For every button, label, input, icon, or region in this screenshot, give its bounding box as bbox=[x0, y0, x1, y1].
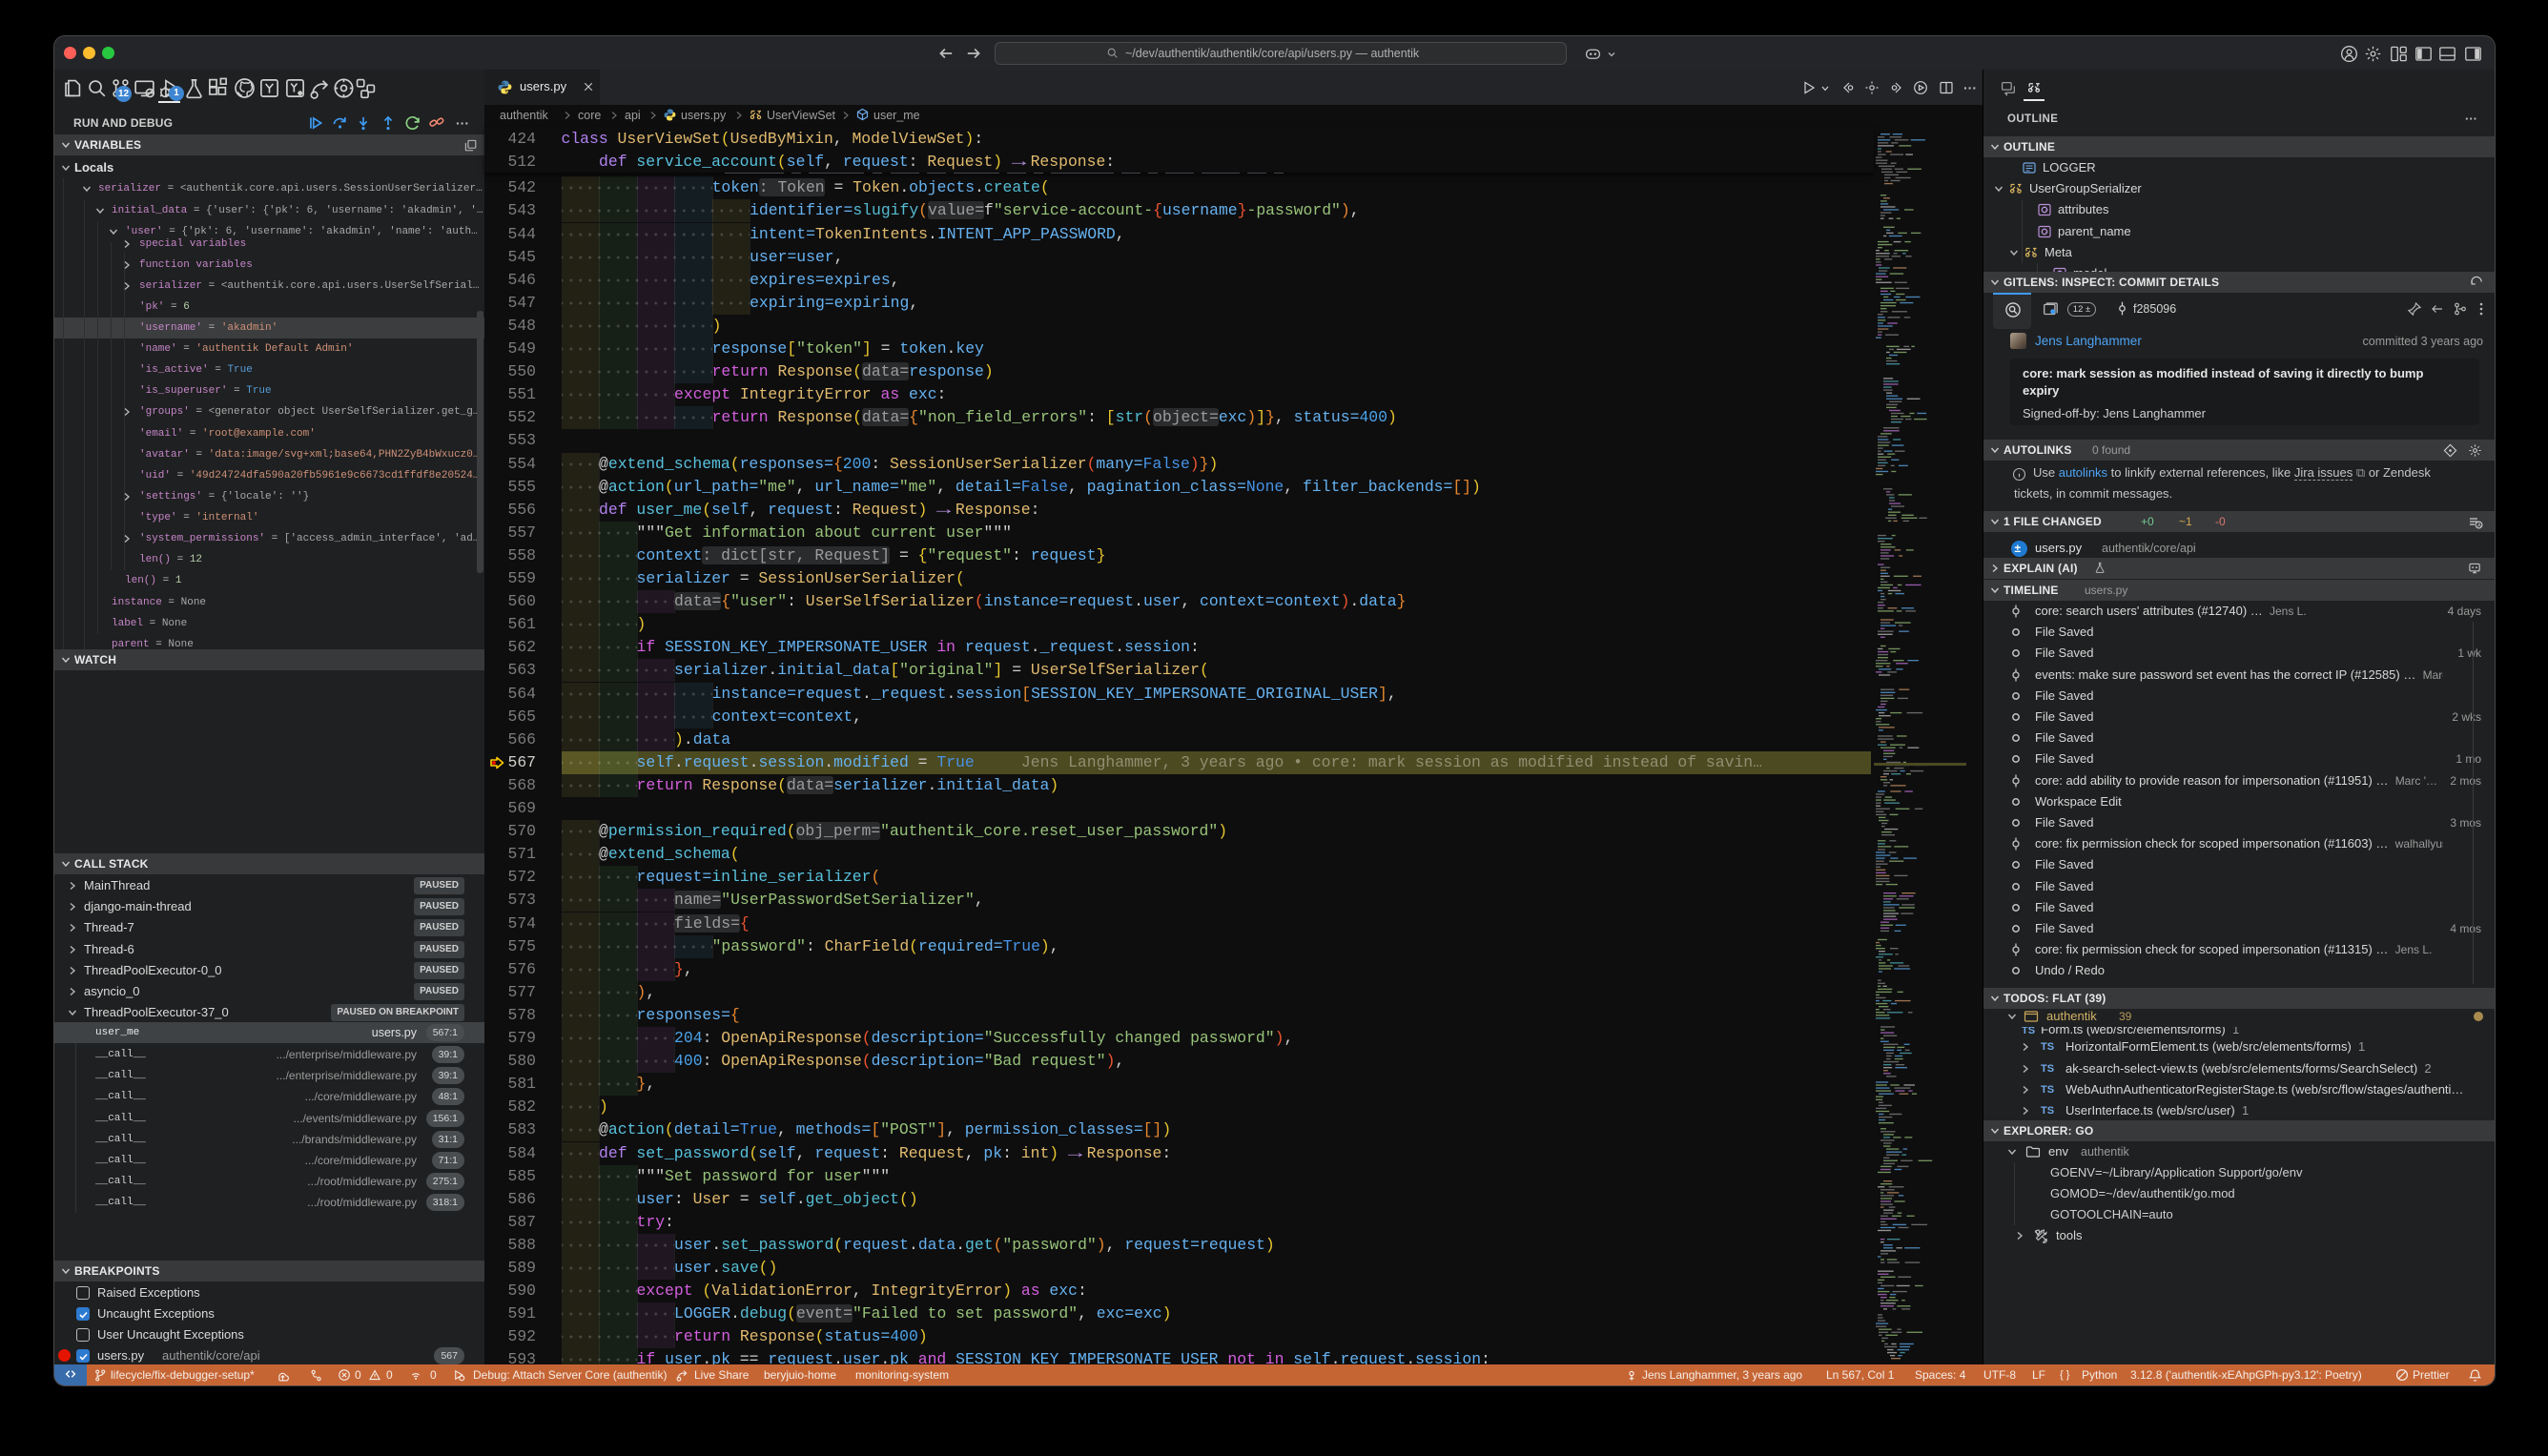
svg-text:A: A bbox=[2477, 523, 2481, 529]
